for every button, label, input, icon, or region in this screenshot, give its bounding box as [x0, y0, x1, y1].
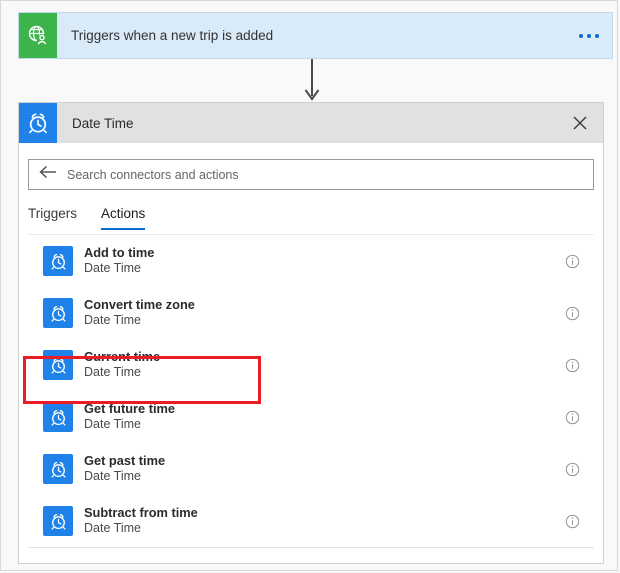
action-name: Get past time — [84, 453, 166, 469]
trigger-title: Triggers when a new trip is added — [71, 28, 274, 43]
list-item[interactable]: Get past time Date Time — [28, 443, 594, 495]
list-item-text: Get past time Date Time — [73, 453, 562, 485]
action-connector: Date Time — [84, 365, 141, 380]
info-icon[interactable] — [562, 355, 582, 375]
trigger-card[interactable]: Triggers when a new trip is added — [18, 12, 613, 59]
info-icon[interactable] — [562, 459, 582, 479]
action-name: Add to time — [84, 245, 155, 261]
trigger-overflow-menu-icon[interactable] — [566, 13, 612, 58]
action-connector: Date Time — [84, 521, 141, 536]
actions-list: Add to time Date Time Convert time zone … — [28, 234, 594, 547]
tab-actions[interactable]: Actions — [101, 206, 146, 230]
action-name: Get future time — [84, 401, 176, 417]
list-item-text: Current time Date Time — [73, 349, 562, 381]
info-icon[interactable] — [562, 303, 582, 323]
info-icon[interactable] — [562, 407, 582, 427]
list-item[interactable]: Get future time Date Time — [28, 391, 594, 443]
action-name: Subtract from time — [84, 505, 198, 521]
panel-tabs: Triggers Actions — [19, 190, 603, 230]
close-icon[interactable] — [557, 103, 603, 143]
action-connector: Date Time — [84, 469, 141, 484]
search-input[interactable]: Search connectors and actions — [28, 159, 594, 190]
list-item-text: Add to time Date Time — [73, 245, 562, 277]
panel-header: Date Time — [19, 103, 603, 143]
tab-triggers[interactable]: Triggers — [28, 206, 77, 230]
info-icon[interactable] — [562, 511, 582, 531]
panel-title: Date Time — [72, 115, 134, 131]
flow-designer-canvas: Triggers when a new trip is added Date T… — [0, 0, 618, 571]
list-item-current-time[interactable]: Current time Date Time — [28, 339, 594, 391]
action-connector: Date Time — [84, 417, 141, 432]
actions-list-container: Add to time Date Time Convert time zone … — [28, 234, 594, 548]
alarm-clock-icon — [19, 103, 57, 143]
panel-body: Search connectors and actions — [19, 143, 603, 190]
back-arrow-icon[interactable] — [39, 165, 57, 184]
alarm-clock-icon — [43, 246, 73, 276]
list-item[interactable]: Subtract from time Date Time — [28, 495, 594, 547]
search-placeholder: Search connectors and actions — [67, 167, 239, 182]
alarm-clock-icon — [43, 402, 73, 432]
list-item[interactable]: Convert time zone Date Time — [28, 287, 594, 339]
alarm-clock-icon — [43, 506, 73, 536]
alarm-clock-icon — [43, 350, 73, 380]
info-icon[interactable] — [562, 251, 582, 271]
action-name: Convert time zone — [84, 297, 195, 313]
list-item-text: Get future time Date Time — [73, 401, 562, 433]
connector-picker-panel: Date Time Search connectors and actions — [18, 102, 604, 564]
action-connector: Date Time — [84, 313, 141, 328]
action-name: Current time — [84, 349, 161, 365]
down-arrow-icon — [304, 59, 320, 103]
alarm-clock-icon — [43, 454, 73, 484]
globe-person-icon — [19, 13, 57, 58]
list-item-text: Subtract from time Date Time — [73, 505, 562, 537]
list-item-text: Convert time zone Date Time — [73, 297, 562, 329]
list-item[interactable]: Add to time Date Time — [28, 235, 594, 287]
action-connector: Date Time — [84, 261, 141, 276]
alarm-clock-icon — [43, 298, 73, 328]
